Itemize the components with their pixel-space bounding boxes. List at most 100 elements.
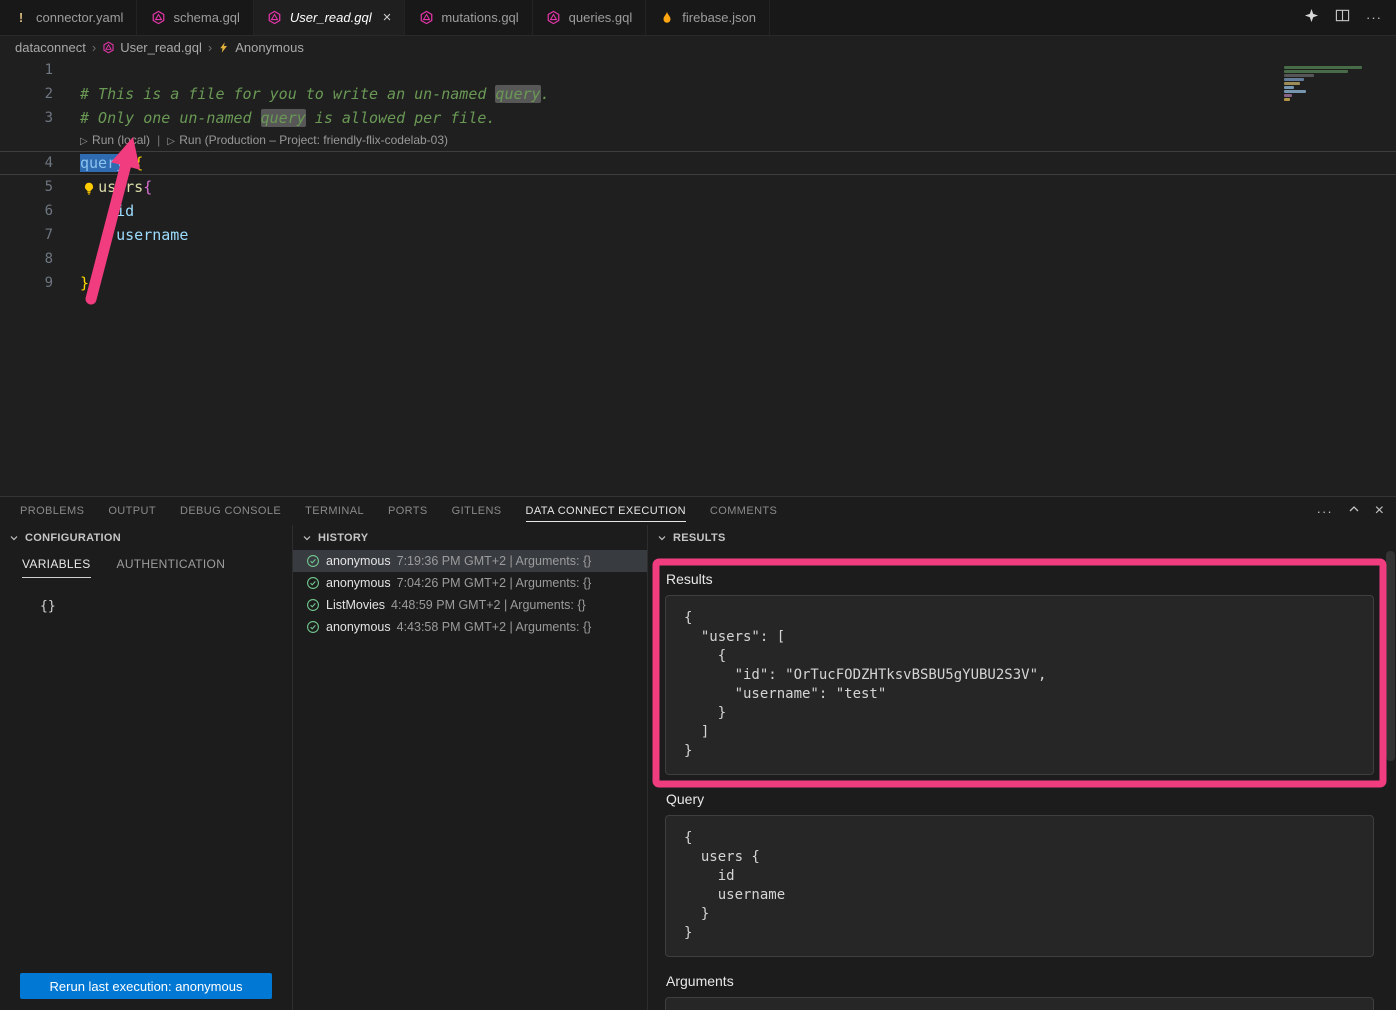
panel-tab-ports[interactable]: PORTS [376, 497, 440, 525]
history-row[interactable]: anonymous 7:19:36 PM GMT+2 | Arguments: … [293, 550, 647, 572]
chevron-right-icon: › [91, 40, 97, 55]
tab-label: connector.yaml [36, 10, 123, 25]
panel-tab-problems[interactable]: PROBLEMS [8, 497, 96, 525]
editor-line-8[interactable]: 8 } [0, 247, 1396, 271]
panel-actions: ··· × [1317, 497, 1384, 525]
history-meta: 4:48:59 PM GMT+2 | Arguments: {} [391, 598, 586, 612]
history-header[interactable]: HISTORY [293, 525, 647, 550]
query-heading: Query [666, 791, 1374, 807]
maximize-panel-icon[interactable] [1348, 502, 1360, 520]
copilot-sparkle-icon[interactable] [1304, 8, 1319, 28]
panel-tab-comments[interactable]: COMMENTS [698, 497, 789, 525]
split-editor-icon[interactable] [1335, 8, 1350, 28]
panel-tab-data-connect-execution[interactable]: DATA CONNECT EXECUTION [514, 497, 698, 525]
code-text [53, 58, 80, 82]
chevron-down-icon [9, 533, 19, 543]
configuration-header[interactable]: CONFIGURATION [0, 525, 292, 550]
editor-tabs: ! connector.yaml schema.gql User_read.gq… [0, 0, 770, 35]
history-row[interactable]: ListMovies 4:48:59 PM GMT+2 | Arguments:… [293, 594, 647, 616]
graphql-icon [267, 10, 283, 26]
tab-label: queries.gql [569, 10, 633, 25]
run-production-link[interactable]: ▷ Run (Production – Project: friendly-fl… [167, 130, 448, 152]
code-text: id [53, 199, 134, 223]
graphql-icon [150, 10, 166, 26]
line-number: 2 [0, 82, 53, 106]
line-number: 3 [0, 106, 53, 130]
panel-tab-output[interactable]: OUTPUT [96, 497, 168, 525]
editor-line-7[interactable]: 7 username [0, 223, 1396, 247]
history-meta: 4:43:58 PM GMT+2 | Arguments: {} [397, 620, 592, 634]
history-row[interactable]: anonymous 7:04:26 PM GMT+2 | Arguments: … [293, 572, 647, 594]
chevron-down-icon [657, 533, 667, 543]
close-panel-icon[interactable]: × [1375, 503, 1384, 519]
tab-user-read-gql[interactable]: User_read.gql × [254, 0, 405, 35]
query-block: { users { id username } } [665, 815, 1374, 957]
run-local-link[interactable]: ▷ Run (local) [80, 130, 150, 152]
results-section: RESULTS Results { "users": [ { "id": "Or… [648, 525, 1396, 1010]
line-number: 1 [0, 58, 53, 82]
tab-firebase-json[interactable]: firebase.json [646, 0, 770, 35]
editor-line-5[interactable]: 5 users{ [0, 175, 1396, 199]
check-circle-icon [306, 620, 320, 634]
code-text: } [53, 247, 107, 271]
play-icon: ▷ [80, 136, 88, 147]
breadcrumb-file[interactable]: User_read.gql [120, 40, 202, 55]
minimap[interactable] [1280, 60, 1384, 122]
editor-code: 12# This is a file for you to write an u… [0, 58, 1396, 295]
breadcrumb-symbol[interactable]: Anonymous [235, 40, 304, 55]
check-circle-icon [306, 598, 320, 612]
tab-schema-gql[interactable]: schema.gql [137, 0, 253, 35]
history-name: ListMovies [326, 598, 385, 612]
history-row[interactable]: anonymous 4:43:58 PM GMT+2 | Arguments: … [293, 616, 647, 638]
breadcrumb-folder[interactable]: dataconnect [15, 40, 86, 55]
panel-tab-debug-console[interactable]: DEBUG CONSOLE [168, 497, 293, 525]
more-actions-icon[interactable]: ··· [1366, 10, 1382, 25]
code-text: # Only one un-named query is allowed per… [53, 106, 495, 130]
results-json-block: { "users": [ { "id": "OrTucFODZHTksvBSBU… [665, 595, 1374, 775]
tab-authentication[interactable]: AUTHENTICATION [117, 557, 226, 578]
editor[interactable]: 12# This is a file for you to write an u… [0, 58, 1396, 496]
editor-line-2[interactable]: 2# This is a file for you to write an un… [0, 82, 1396, 106]
variables-value[interactable]: {} [40, 599, 292, 614]
line-number: 4 [0, 151, 53, 175]
results-header[interactable]: RESULTS [648, 525, 1396, 550]
codelens: ▷ Run (local) | ▷ Run (Production – Projec… [0, 130, 1396, 151]
editor-line-4[interactable]: 4query { [0, 151, 1396, 175]
more-actions-icon[interactable]: ··· [1317, 504, 1333, 519]
graphql-icon [546, 10, 562, 26]
play-icon: ▷ [167, 136, 175, 147]
tab-variables[interactable]: VARIABLES [22, 557, 91, 578]
firebase-icon [659, 10, 675, 26]
code-text: users{ [53, 175, 152, 199]
line-number: 8 [0, 247, 53, 271]
breadcrumb: dataconnect › User_read.gql › Anonymous [0, 36, 1396, 58]
editor-tab-bar: ! connector.yaml schema.gql User_read.gq… [0, 0, 1396, 36]
yaml-icon: ! [13, 10, 29, 26]
section-title: HISTORY [318, 532, 368, 544]
editor-line-9[interactable]: 9} [0, 271, 1396, 295]
check-circle-icon [306, 554, 320, 568]
scrollbar[interactable] [1386, 551, 1395, 761]
check-circle-icon [306, 576, 320, 590]
panel-tab-terminal[interactable]: TERMINAL [293, 497, 376, 525]
close-icon[interactable]: × [383, 10, 392, 25]
panel-tab-bar: PROBLEMS OUTPUT DEBUG CONSOLE TERMINAL P… [0, 497, 1396, 525]
tab-queries-gql[interactable]: queries.gql [533, 0, 647, 35]
editor-line-1[interactable]: 1 [0, 58, 1396, 82]
tab-label: User_read.gql [290, 10, 372, 25]
history-meta: 7:19:36 PM GMT+2 | Arguments: {} [397, 554, 592, 568]
tab-connector-yaml[interactable]: ! connector.yaml [0, 0, 137, 35]
editor-line-6[interactable]: 6 id [0, 199, 1396, 223]
tab-mutations-gql[interactable]: mutations.gql [405, 0, 532, 35]
symbol-anonymous-icon [218, 41, 230, 54]
editor-line-3[interactable]: 3# Only one un-named query is allowed pe… [0, 106, 1396, 130]
arguments-block: {} [665, 997, 1374, 1010]
tab-label: firebase.json [682, 10, 756, 25]
section-title: CONFIGURATION [25, 532, 121, 544]
panel-tab-gitlens[interactable]: GITLENS [440, 497, 514, 525]
codelens-separator: | [157, 130, 160, 151]
line-number: 7 [0, 223, 53, 247]
rerun-last-execution-button[interactable]: Rerun last execution: anonymous [20, 973, 272, 999]
history-meta: 7:04:26 PM GMT+2 | Arguments: {} [397, 576, 592, 590]
history-name: anonymous [326, 620, 391, 634]
